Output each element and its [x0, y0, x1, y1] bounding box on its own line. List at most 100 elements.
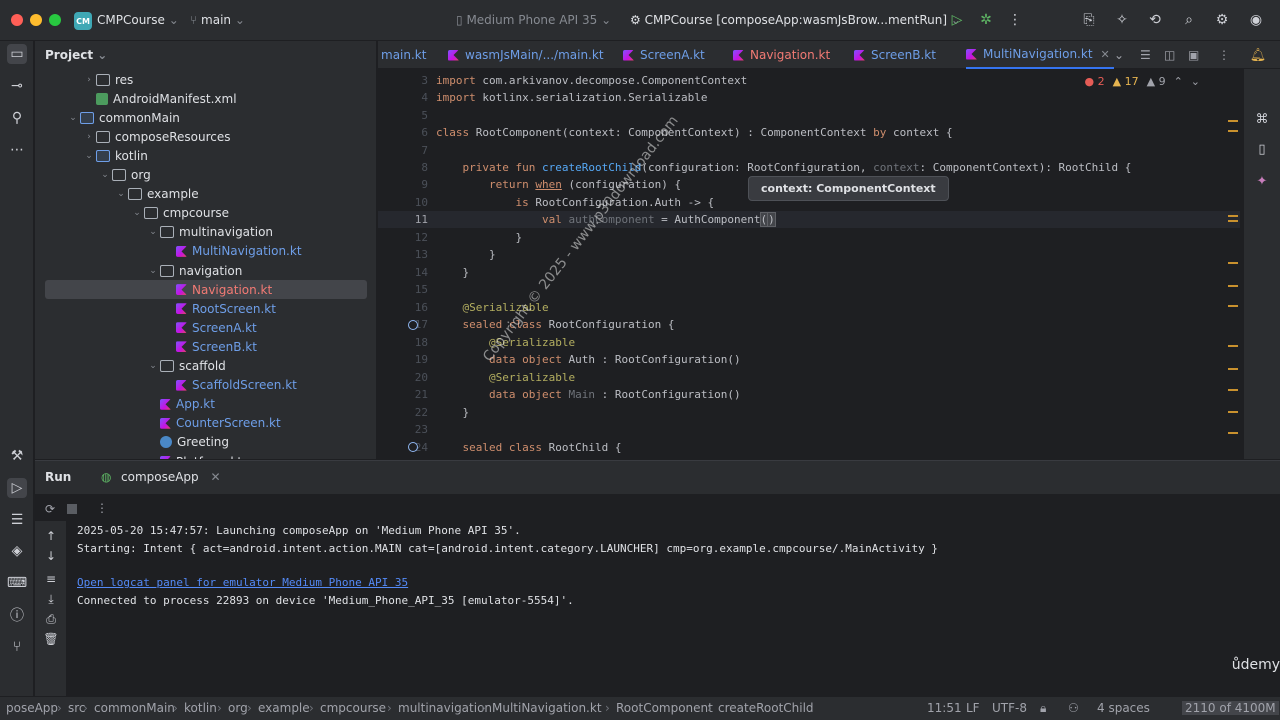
tree-item[interactable]: Platform.kt: [35, 452, 376, 459]
tree-item[interactable]: ⌄ scaffold: [35, 357, 376, 376]
indent-setting[interactable]: 4 spaces: [1097, 701, 1150, 715]
tree-item[interactable]: ⌄ navigation: [35, 261, 376, 280]
debug-icon[interactable]: ✲: [977, 11, 995, 29]
ai-assistant-icon[interactable]: ✦: [1252, 171, 1272, 191]
run-icon[interactable]: ▷: [948, 11, 966, 29]
project-panel-header[interactable]: Project ⌄: [35, 41, 376, 68]
view-code-icon[interactable]: ☰: [1140, 41, 1151, 69]
tree-item[interactable]: App.kt: [35, 395, 376, 414]
breadcrumb-item[interactable]: poseApp: [6, 701, 58, 715]
inheritance-gutter-icon[interactable]: [408, 442, 418, 452]
problems-icon[interactable]: ⓘ: [7, 605, 27, 625]
tree-item[interactable]: ⌄ org: [35, 166, 376, 185]
more-options-icon[interactable]: ⋮: [96, 501, 108, 515]
breadcrumb-item[interactable]: cmpcourse: [320, 701, 386, 715]
account-icon[interactable]: ◉: [1247, 11, 1265, 29]
memory-indicator[interactable]: 2110 of 4100M: [1182, 701, 1279, 715]
print-icon[interactable]: ⎙: [41, 609, 61, 629]
run-config-tab[interactable]: ◍ composeApp ✕: [91, 470, 221, 484]
version-control-icon[interactable]: ⑂: [7, 637, 27, 657]
breadcrumb-item[interactable]: multinavigation: [398, 701, 492, 715]
breadcrumb-item[interactable]: createRootChild: [718, 701, 814, 715]
minimize-window-button[interactable]: [30, 14, 42, 26]
tree-item[interactable]: ScaffoldScreen.kt: [35, 376, 376, 395]
terminal-icon[interactable]: ⌨: [7, 573, 27, 593]
tree-item[interactable]: CounterScreen.kt: [35, 414, 376, 433]
tab-list-chevron-icon[interactable]: ⌄: [1114, 41, 1124, 69]
arrow-down-icon[interactable]: ↓: [41, 546, 61, 566]
device-mirror-icon[interactable]: ▯: [1252, 139, 1272, 159]
chevron-down-icon[interactable]: ⌄: [130, 208, 144, 218]
tree-item[interactable]: › composeResources: [35, 127, 376, 146]
line-separator[interactable]: LF: [966, 701, 980, 715]
tree-item[interactable]: MultiNavigation.kt: [35, 242, 376, 261]
breadcrumb-item[interactable]: kotlin: [184, 701, 217, 715]
app-quality-icon[interactable]: ◈: [7, 541, 27, 561]
gradle-icon[interactable]: ⌘: [1252, 109, 1272, 129]
tab-screen-b[interactable]: ScreenB.kt: [854, 41, 936, 69]
notifications-icon[interactable]: 🔔︎: [1248, 45, 1268, 65]
commit-icon[interactable]: ⊸: [7, 76, 27, 96]
tree-item[interactable]: AndroidManifest.xml: [35, 89, 376, 108]
tree-item[interactable]: ⌄ kotlin: [35, 146, 376, 165]
search-icon[interactable]: ⌕: [1180, 11, 1198, 29]
tree-item[interactable]: Greeting: [35, 433, 376, 452]
device-selector[interactable]: ▯ Medium Phone API 35 ⌄: [456, 13, 611, 27]
breadcrumb-item[interactable]: commonMain: [94, 701, 175, 715]
tab-main-kt[interactable]: main.kt: [381, 41, 426, 69]
breadcrumb-item[interactable]: RootComponent: [616, 701, 713, 715]
file-encoding[interactable]: UTF-8: [992, 701, 1027, 715]
settings-gear-icon[interactable]: ⚙: [1213, 11, 1231, 29]
build-icon[interactable]: ⚒: [7, 446, 27, 466]
run-tool-icon[interactable]: ▷: [7, 478, 27, 498]
tree-item[interactable]: › res: [35, 70, 376, 89]
view-split-icon[interactable]: ◫: [1164, 41, 1175, 69]
tree-item[interactable]: ⌄ commonMain: [35, 108, 376, 127]
chevron-down-icon[interactable]: ⌄: [114, 189, 128, 199]
close-tab-icon[interactable]: ✕: [1101, 48, 1110, 61]
tab-more-icon[interactable]: ⋮: [1218, 41, 1230, 69]
tree-item[interactable]: ⌄ multinavigation: [35, 223, 376, 242]
scroll-to-end-icon[interactable]: ⤓: [41, 589, 61, 609]
inspection-widget[interactable]: ● 2 ▲ 17 ▲ 9 ⌃ ⌄: [1085, 75, 1200, 88]
chevron-right-icon[interactable]: ›: [82, 75, 96, 85]
more-actions-icon[interactable]: ⋮: [1006, 11, 1024, 29]
lock-icon[interactable]: 🔒︎: [1040, 701, 1046, 716]
project-switcher[interactable]: CMPCourse ⌄: [97, 13, 179, 27]
soft-wrap-icon[interactable]: ≡: [41, 569, 61, 589]
rerun-icon[interactable]: ⟳: [45, 502, 55, 516]
code-editor[interactable]: 3 4 5 6 7 8 9 10 11 12 13 14 15 16 17 18 19 20 21 22 23 24 im…: [378, 69, 1240, 459]
structure-icon[interactable]: ⚲: [7, 108, 27, 128]
breadcrumb-item[interactable]: MultiNavigation.kt: [492, 701, 602, 715]
open-logcat-link[interactable]: Open logcat panel for emulator Medium Ph…: [77, 576, 408, 589]
tab-multi-navigation[interactable]: MultiNavigation.kt ✕: [966, 41, 1114, 69]
chevron-down-icon[interactable]: ⌄: [146, 266, 160, 276]
tree-item[interactable]: ⌄ example: [35, 185, 376, 204]
maximize-window-button[interactable]: [49, 14, 61, 26]
tree-item[interactable]: ⌄ cmpcourse: [35, 204, 376, 223]
arrow-up-icon[interactable]: ↑: [41, 526, 61, 546]
tab-navigation[interactable]: Navigation.kt: [733, 41, 830, 69]
chevron-down-icon[interactable]: ⌄: [66, 113, 80, 123]
sync-icon[interactable]: ⟲: [1146, 11, 1164, 29]
tree-item[interactable]: ScreenB.kt: [35, 337, 376, 356]
stop-icon[interactable]: [67, 504, 77, 514]
plugins-icon[interactable]: ✧: [1113, 11, 1131, 29]
caret-position[interactable]: 11:51: [927, 701, 962, 715]
clear-icon[interactable]: 🗑︎: [41, 629, 61, 649]
project-view-icon[interactable]: ▭: [7, 44, 27, 64]
breadcrumb-item[interactable]: org: [228, 701, 248, 715]
branch-switcher[interactable]: ⑂ main ⌄: [190, 13, 245, 27]
tab-screen-a[interactable]: ScreenA.kt: [623, 41, 705, 69]
inheritance-gutter-icon[interactable]: [408, 320, 418, 330]
device-manager-icon[interactable]: ⎘: [1080, 11, 1098, 29]
tab-wasm-main-kt[interactable]: wasmJsMain/.../main.kt: [448, 41, 604, 69]
chevron-down-icon[interactable]: ⌄: [98, 170, 112, 180]
tree-item[interactable]: ScreenA.kt: [35, 318, 376, 337]
breadcrumb-item[interactable]: example: [258, 701, 310, 715]
chevron-down-icon[interactable]: ⌄: [146, 227, 160, 237]
tree-item[interactable]: RootScreen.kt: [35, 299, 376, 318]
view-design-icon[interactable]: ▣: [1188, 41, 1199, 69]
readonly-icon[interactable]: ⚇: [1068, 701, 1079, 715]
logcat-icon[interactable]: ☰: [7, 510, 27, 530]
